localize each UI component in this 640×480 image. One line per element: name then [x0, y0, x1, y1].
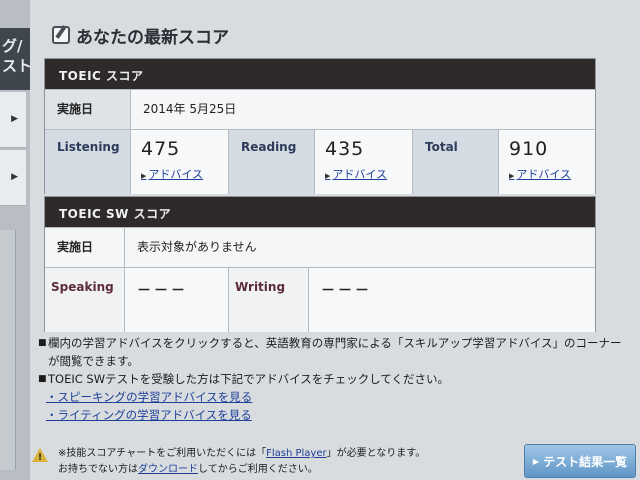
- square-bullet-icon: ■: [38, 374, 47, 384]
- sw-date-value: 表示対象がありません: [125, 228, 595, 267]
- download-link[interactable]: ダウンロード: [138, 464, 198, 475]
- chevron-right-icon: ▶: [11, 172, 18, 182]
- note-sw: ■ TOEIC SWテストを受験した方は下記でアドバイスをチェックしてください。: [38, 370, 634, 388]
- sw-table-header: TOEIC SW スコア: [45, 197, 595, 227]
- flash-notice-line-1: ※技能スコアチャートをご利用いただくには「Flash Player」が必要となり…: [32, 446, 512, 462]
- total-score: 910: [509, 138, 549, 160]
- page-title: あなたの最新スコア: [76, 27, 229, 48]
- reading-advice-link[interactable]: ▶ アドバイス: [325, 166, 412, 182]
- toeic-scores-row: Listening 475 ▶ アドバイス Reading 435 ▶ アドバイス …: [45, 129, 595, 194]
- speaking-score: －－－: [125, 268, 229, 332]
- toeic-date-row: 実施日 2014年 5月25日: [45, 89, 595, 129]
- triangle-right-icon: ▶: [509, 172, 515, 180]
- writing-label: Writing: [229, 268, 309, 332]
- download-notice-text-a: お持ちでない方は: [58, 464, 138, 475]
- listening-score: 475: [141, 138, 181, 160]
- flash-notice-text-a: ※技能スコアチャートをご利用いただくには「: [58, 448, 267, 459]
- download-notice-text-b: してからご利用ください。: [198, 464, 318, 475]
- listening-advice-link[interactable]: ▶ アドバイス: [141, 166, 228, 182]
- triangle-right-icon: ▶: [532, 456, 540, 466]
- speaking-label: Speaking: [45, 268, 125, 332]
- sw-scores-row: Speaking －－－ Writing －－－: [45, 267, 595, 332]
- note-advice: ■ 欄内の学習アドバイスをクリックすると、英語教育の専門家による「スキルアップ学…: [38, 334, 634, 352]
- left-sidebar: グ/ スト ▶ ▶: [0, 0, 32, 480]
- writing-score: －－－: [309, 268, 595, 332]
- sw-date-row: 実施日 表示対象がありません: [45, 227, 595, 267]
- page-heading: あなたの最新スコア: [52, 22, 229, 48]
- toeic-table-header: TOEIC スコア: [45, 59, 595, 89]
- reading-label: Reading: [229, 130, 315, 194]
- writing-advice-link[interactable]: ・ライティングの学習アドバイスを見る: [38, 406, 634, 424]
- triangle-right-icon: ▶: [141, 172, 147, 180]
- test-results-list-button[interactable]: ▶ テスト結果一覧: [524, 444, 636, 478]
- listening-advice-text: アドバイス: [148, 168, 204, 181]
- notes-section: ■ 欄内の学習アドバイスをクリックすると、英語教育の専門家による「スキルアップ学…: [38, 334, 634, 424]
- sw-date-label: 実施日: [45, 228, 125, 267]
- toeic-score-table: TOEIC スコア 実施日 2014年 5月25日 Listening 475 …: [44, 58, 596, 194]
- toeic-date-label: 実施日: [45, 90, 131, 129]
- flash-notice: ※技能スコアチャートをご利用いただくには「Flash Player」が必要となり…: [32, 446, 512, 478]
- note-advice-text-2: が閲覧できます。: [48, 354, 139, 368]
- sidebar-item-2[interactable]: ▶: [0, 150, 26, 206]
- square-bullet-icon: ■: [38, 338, 47, 348]
- speaking-advice-link[interactable]: ・スピーキングの学習アドバイスを見る: [38, 388, 634, 406]
- triangle-right-icon: ▶: [325, 172, 331, 180]
- sidebar-lower-panel: [0, 230, 16, 470]
- chevron-right-icon: ▶: [11, 114, 18, 124]
- listening-cell: 475 ▶ アドバイス: [131, 130, 229, 194]
- edit-note-icon: [52, 26, 70, 44]
- listening-label: Listening: [45, 130, 131, 194]
- total-advice-text: アドバイス: [516, 168, 572, 181]
- total-cell: 910 ▶ アドバイス: [499, 130, 595, 194]
- note-advice-text-1: 欄内の学習アドバイスをクリックすると、英語教育の専門家による「スキルアップ学習ア…: [48, 336, 622, 350]
- reading-score: 435: [325, 138, 365, 160]
- sidebar-heading-block: グ/ スト: [0, 28, 32, 90]
- warning-icon: [32, 448, 48, 466]
- flash-player-link[interactable]: Flash Player: [266, 448, 327, 459]
- reading-cell: 435 ▶ アドバイス: [315, 130, 413, 194]
- test-results-list-label: テスト結果一覧: [543, 454, 628, 469]
- total-advice-link[interactable]: ▶ アドバイス: [509, 166, 595, 182]
- sw-score-table: TOEIC SW スコア 実施日 表示対象がありません Speaking －－－…: [44, 196, 596, 332]
- flash-notice-text-b: 」が必要となります。: [326, 448, 426, 459]
- flash-notice-line-2: お持ちでない方はダウンロードしてからご利用ください。: [32, 462, 512, 478]
- reading-advice-text: アドバイス: [332, 168, 388, 181]
- toeic-date-value: 2014年 5月25日: [131, 90, 595, 129]
- sidebar-item-1[interactable]: ▶: [0, 92, 26, 148]
- total-label: Total: [413, 130, 499, 194]
- note-sw-text: TOEIC SWテストを受験した方は下記でアドバイスをチェックしてください。: [48, 372, 450, 386]
